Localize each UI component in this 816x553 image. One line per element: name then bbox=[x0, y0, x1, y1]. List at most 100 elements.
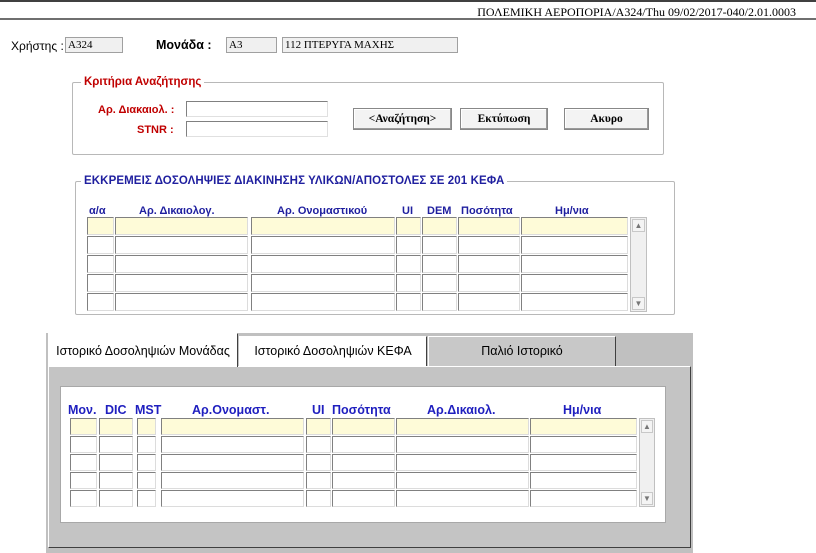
pending-cell[interactable] bbox=[87, 293, 114, 311]
pending-cell[interactable] bbox=[422, 293, 457, 311]
history-cell[interactable] bbox=[396, 418, 529, 435]
history-cell[interactable] bbox=[332, 490, 395, 507]
history-scrollbar[interactable]: ▲ ▼ bbox=[639, 418, 655, 507]
pending-cell[interactable] bbox=[458, 217, 520, 235]
history-cell[interactable] bbox=[161, 490, 304, 507]
print-button-label: Εκτύπωση bbox=[477, 113, 531, 125]
pending-cell[interactable] bbox=[396, 217, 421, 235]
tab-old-history[interactable]: Παλιό Ιστορικό bbox=[428, 336, 616, 366]
history-cell[interactable] bbox=[530, 472, 637, 489]
history-cell[interactable] bbox=[70, 472, 97, 489]
pending-cell[interactable] bbox=[396, 255, 421, 273]
pending-col-header: Αρ. Δικαιολογ. bbox=[139, 205, 215, 217]
history-cell[interactable] bbox=[70, 418, 97, 435]
pending-cell[interactable] bbox=[422, 255, 457, 273]
stnr-label: STNR : bbox=[137, 124, 174, 136]
pending-cell[interactable] bbox=[458, 274, 520, 292]
history-col-header: Ημ/νια bbox=[563, 403, 602, 417]
history-cell[interactable] bbox=[99, 472, 133, 489]
history-cell[interactable] bbox=[306, 490, 331, 507]
pending-cell[interactable] bbox=[251, 236, 395, 254]
pending-cell[interactable] bbox=[458, 236, 520, 254]
history-cell[interactable] bbox=[530, 454, 637, 471]
pending-cell[interactable] bbox=[521, 293, 628, 311]
history-col-header: Ποσότητα bbox=[332, 403, 391, 417]
stnr-input[interactable] bbox=[186, 121, 328, 137]
history-cell[interactable] bbox=[161, 418, 304, 435]
cancel-button[interactable]: Ακυρο bbox=[564, 108, 649, 130]
history-cell[interactable] bbox=[99, 490, 133, 507]
pending-scrollbar[interactable]: ▲ ▼ bbox=[630, 217, 647, 312]
pending-col-header: Ποσότητα bbox=[461, 205, 513, 217]
history-cell[interactable] bbox=[99, 418, 133, 435]
scroll-down-arrow-icon[interactable]: ▼ bbox=[641, 492, 653, 505]
pending-cell[interactable] bbox=[422, 274, 457, 292]
pending-cell[interactable] bbox=[87, 236, 114, 254]
scroll-up-arrow-icon[interactable]: ▲ bbox=[641, 420, 653, 433]
history-cell[interactable] bbox=[530, 418, 637, 435]
pending-cell[interactable] bbox=[396, 236, 421, 254]
history-cell[interactable] bbox=[161, 472, 304, 489]
history-cell[interactable] bbox=[137, 490, 156, 507]
pending-col-header: DEM bbox=[427, 205, 452, 217]
history-cell[interactable] bbox=[70, 454, 97, 471]
doc-number-input[interactable] bbox=[186, 101, 328, 117]
print-button[interactable]: Εκτύπωση bbox=[460, 108, 548, 130]
pending-cell[interactable] bbox=[396, 274, 421, 292]
pending-cell[interactable] bbox=[87, 274, 114, 292]
pending-cell[interactable] bbox=[115, 293, 248, 311]
pending-cell[interactable] bbox=[521, 236, 628, 254]
history-cell[interactable] bbox=[137, 454, 156, 471]
history-cell[interactable] bbox=[306, 454, 331, 471]
tab-unit-history[interactable]: Ιστορικό Δοσοληψιών Μονάδας bbox=[48, 333, 238, 367]
tab-kefa-history[interactable]: Ιστορικό Δοσοληψιών ΚΕΦΑ bbox=[239, 336, 427, 366]
history-cell[interactable] bbox=[306, 472, 331, 489]
history-cell[interactable] bbox=[332, 454, 395, 471]
history-cell[interactable] bbox=[306, 418, 331, 435]
doc-number-label: Αρ. Διακαιολ. : bbox=[98, 104, 175, 116]
history-cell[interactable] bbox=[396, 472, 529, 489]
history-cell[interactable] bbox=[161, 436, 304, 453]
pending-cell[interactable] bbox=[521, 217, 628, 235]
history-cell[interactable] bbox=[161, 454, 304, 471]
history-cell[interactable] bbox=[99, 436, 133, 453]
unit-label: Μονάδα : bbox=[156, 38, 212, 52]
pending-cell[interactable] bbox=[251, 293, 395, 311]
scroll-up-arrow-icon[interactable]: ▲ bbox=[632, 219, 645, 232]
search-button[interactable]: <Αναζήτηση> bbox=[353, 108, 452, 130]
history-cell[interactable] bbox=[137, 472, 156, 489]
pending-cell[interactable] bbox=[87, 217, 114, 235]
pending-cell[interactable] bbox=[521, 274, 628, 292]
history-cell[interactable] bbox=[396, 436, 529, 453]
pending-cell[interactable] bbox=[115, 274, 248, 292]
history-cell[interactable] bbox=[137, 418, 156, 435]
history-cell[interactable] bbox=[99, 454, 133, 471]
history-cell[interactable] bbox=[530, 436, 637, 453]
pending-cell[interactable] bbox=[396, 293, 421, 311]
pending-cell[interactable] bbox=[521, 255, 628, 273]
pending-cell[interactable] bbox=[115, 255, 248, 273]
pending-cell[interactable] bbox=[251, 255, 395, 273]
history-cell[interactable] bbox=[396, 454, 529, 471]
user-field: A324 bbox=[65, 37, 123, 53]
pending-cell[interactable] bbox=[87, 255, 114, 273]
pending-cell[interactable] bbox=[458, 255, 520, 273]
pending-cell[interactable] bbox=[458, 293, 520, 311]
pending-cell[interactable] bbox=[251, 217, 395, 235]
history-cell[interactable] bbox=[396, 490, 529, 507]
pending-cell[interactable] bbox=[115, 217, 248, 235]
pending-cell[interactable] bbox=[115, 236, 248, 254]
history-cell[interactable] bbox=[332, 418, 395, 435]
history-cell[interactable] bbox=[70, 490, 97, 507]
history-cell[interactable] bbox=[137, 436, 156, 453]
scroll-down-arrow-icon[interactable]: ▼ bbox=[632, 297, 645, 310]
pending-cell[interactable] bbox=[422, 236, 457, 254]
history-cell[interactable] bbox=[306, 436, 331, 453]
history-cell[interactable] bbox=[70, 436, 97, 453]
history-cell[interactable] bbox=[332, 436, 395, 453]
history-cell[interactable] bbox=[530, 490, 637, 507]
pending-cell[interactable] bbox=[251, 274, 395, 292]
window-title: ΠΟΛΕΜΙΚΗ ΑΕΡΟΠΟΡΙΑ/A324/Thu 09/02/2017-0… bbox=[477, 5, 796, 19]
history-cell[interactable] bbox=[332, 472, 395, 489]
pending-cell[interactable] bbox=[422, 217, 457, 235]
